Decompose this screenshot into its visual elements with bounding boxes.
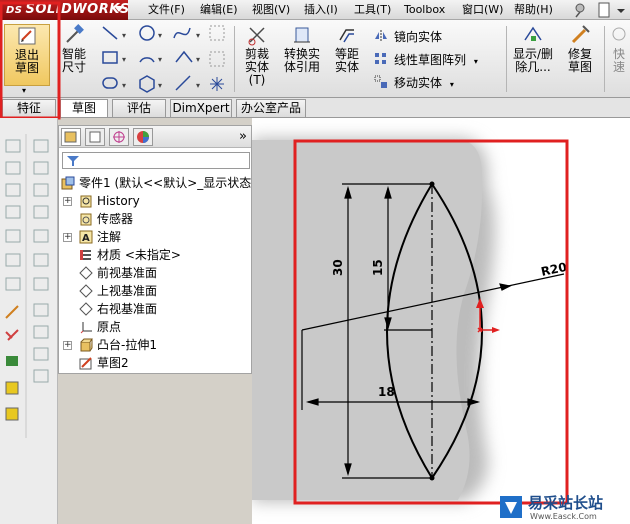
annotation-icon: A <box>79 230 93 244</box>
watermark: 易采站长站 Www.Easck.Com <box>500 490 630 524</box>
configuration-manager-tab[interactable] <box>109 128 129 146</box>
relation-icon <box>6 356 18 366</box>
left-toolbar <box>0 118 58 524</box>
smart-dimension-icon <box>5 329 19 341</box>
origin-triad <box>476 298 500 333</box>
sketch-icon <box>79 357 92 370</box>
expand-panel-icon[interactable]: » <box>239 129 247 144</box>
origin-icon <box>80 322 92 334</box>
sketch-point <box>429 181 435 187</box>
layer-icon <box>5 381 19 395</box>
layer-icon <box>5 407 19 421</box>
sketch-pencil-icon <box>5 305 19 319</box>
part-icon <box>61 176 75 190</box>
sensor-icon <box>80 213 92 226</box>
sketch-point <box>429 475 435 481</box>
svg-text:A: A <box>82 233 90 244</box>
watermark-url: Www.Easck.Com <box>530 512 597 521</box>
feature-tree-tab[interactable] <box>61 128 81 146</box>
display-manager-tab[interactable] <box>133 128 153 146</box>
plane-icon <box>79 302 93 316</box>
material-icon <box>80 250 91 260</box>
dimension-30[interactable]: 30 <box>331 259 345 276</box>
feature-manager-tabs: » <box>59 126 251 148</box>
box-icon <box>5 139 21 153</box>
plane-icon <box>79 284 93 298</box>
watermark-brand: 易采站长站 <box>528 494 604 512</box>
feature-manager-panel: » 零件1 (默认<<默认>_显示状态 + History 传感器 + A 注解… <box>58 125 252 374</box>
plane-icon <box>79 266 93 280</box>
expand-icon[interactable]: + <box>63 341 72 350</box>
left-toolbar-icons[interactable] <box>0 118 58 524</box>
property-manager-tab[interactable] <box>85 128 105 146</box>
sketch-drawing[interactable]: 30 15 18 R20 <box>252 118 630 524</box>
dimension-15[interactable]: 15 <box>371 259 385 276</box>
dimension-r20[interactable]: R20 <box>540 260 568 279</box>
part-body <box>252 140 483 500</box>
expand-icon[interactable]: + <box>63 197 72 206</box>
dimension-18[interactable]: 18 <box>378 385 395 399</box>
exit-sketch-highlight-box <box>0 1 61 120</box>
filter-icon <box>67 156 79 166</box>
feature-filter-input[interactable] <box>62 152 250 169</box>
graphics-area[interactable]: 30 15 18 R20 <box>252 118 630 524</box>
history-icon <box>80 195 92 208</box>
expand-icon[interactable]: + <box>63 233 72 242</box>
extrude-icon <box>80 338 93 352</box>
